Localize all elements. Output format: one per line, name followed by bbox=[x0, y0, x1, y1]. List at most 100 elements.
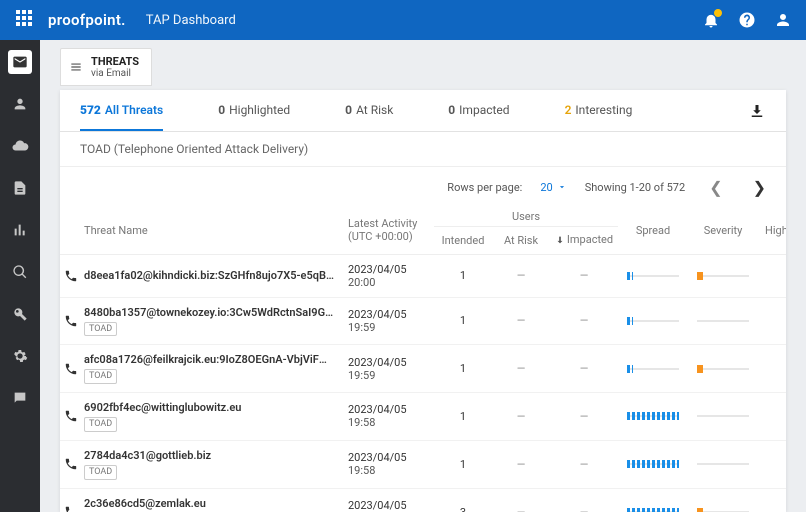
table-row[interactable]: 6902fbf4ec@wittinglubowitz.eu TOAD 2023/04… bbox=[60, 393, 786, 441]
filter-description: TOAD (Telephone Oriented Attack Delivery… bbox=[60, 132, 786, 167]
tab-at-risk[interactable]: 0 At Risk bbox=[345, 90, 393, 131]
sidebar-search-icon[interactable] bbox=[8, 260, 32, 284]
spread-cell bbox=[618, 488, 688, 512]
table-row[interactable]: 8480ba1357@townekozey.io:3Cw5WdRctnSaI9G… bbox=[60, 297, 786, 345]
highlighted-cell: — bbox=[758, 254, 786, 297]
threat-tabs: 572 All Threats 0 Highlighted 0 At Risk 0 I… bbox=[60, 90, 786, 132]
sidebar-chart-icon[interactable] bbox=[8, 218, 32, 242]
atrisk-cell: — bbox=[492, 345, 550, 393]
help-icon[interactable] bbox=[738, 11, 756, 29]
sidebar-mail-icon[interactable] bbox=[8, 50, 32, 74]
rows-per-page-label: Rows per page: bbox=[447, 181, 522, 194]
table-row[interactable]: d8eea1fa02@kihndicki.biz:SzGHfn8ujo7X5-e… bbox=[60, 254, 786, 297]
severity-cell bbox=[688, 488, 758, 512]
highlighted-cell: — bbox=[758, 345, 786, 393]
impacted-cell: — bbox=[550, 297, 618, 345]
sidebar-file-icon[interactable] bbox=[8, 176, 32, 200]
col-atrisk[interactable]: At Risk bbox=[492, 227, 550, 255]
intended-cell: 1 bbox=[434, 393, 492, 441]
highlighted-cell: — bbox=[758, 440, 786, 488]
threat-name[interactable]: 2c36e86cd5@zemlak.eu bbox=[84, 497, 334, 510]
col-highlighted[interactable]: Highlighted bbox=[758, 207, 786, 254]
threat-name[interactable]: 8480ba1357@townekozey.io:3Cw5WdRctnSaI9G… bbox=[84, 306, 334, 319]
tab-impacted[interactable]: 0 Impacted bbox=[448, 90, 509, 131]
phone-icon bbox=[64, 457, 80, 471]
highlighted-cell: — bbox=[758, 393, 786, 441]
impacted-cell: — bbox=[550, 254, 618, 297]
profile-icon[interactable] bbox=[774, 11, 792, 29]
notifications-icon[interactable] bbox=[702, 11, 720, 29]
page-title: TAP Dashboard bbox=[146, 13, 236, 28]
context-tab-threats[interactable]: THREATS via Email bbox=[60, 48, 152, 86]
activity-cell: 2023/04/0520:00 bbox=[344, 254, 434, 297]
sidebar-wrench-icon[interactable] bbox=[8, 302, 32, 326]
tag-toad: TOAD bbox=[84, 322, 117, 337]
threat-name[interactable]: d8eea1fa02@kihndicki.biz:SzGHfn8ujo7X5-e… bbox=[84, 269, 334, 282]
tag-toad: TOAD bbox=[84, 417, 117, 432]
spread-cell bbox=[618, 440, 688, 488]
severity-cell bbox=[688, 440, 758, 488]
phone-icon bbox=[64, 362, 80, 376]
tag-toad: TOAD bbox=[84, 369, 117, 384]
results-range: Showing 1-20 of 572 bbox=[585, 181, 685, 194]
col-activity[interactable]: Latest Activity (UTC +00:00) bbox=[344, 207, 434, 254]
apps-grid-icon[interactable] bbox=[14, 10, 34, 30]
impacted-cell: — bbox=[550, 440, 618, 488]
severity-cell bbox=[688, 345, 758, 393]
phone-icon bbox=[64, 409, 80, 423]
impacted-cell: — bbox=[550, 488, 618, 512]
phone-icon bbox=[64, 314, 80, 328]
impacted-cell: — bbox=[550, 393, 618, 441]
spread-cell bbox=[618, 345, 688, 393]
sidebar-chat-icon[interactable] bbox=[8, 386, 32, 410]
intended-cell: 1 bbox=[434, 440, 492, 488]
severity-cell bbox=[688, 393, 758, 441]
col-threat-name[interactable]: Threat Name bbox=[84, 207, 344, 254]
sidebar-contacts-icon[interactable] bbox=[8, 92, 32, 116]
table-row[interactable]: afc08a1726@feilkrajcik.eu:9IoZ8OEGnA-Vbj… bbox=[60, 345, 786, 393]
intended-cell: 1 bbox=[434, 297, 492, 345]
tab-highlighted[interactable]: 0 Highlighted bbox=[218, 90, 290, 131]
spread-cell bbox=[618, 254, 688, 297]
highlighted-cell: — bbox=[758, 297, 786, 345]
prev-page-button[interactable]: ❮ bbox=[703, 178, 728, 197]
intended-cell: 3 bbox=[434, 488, 492, 512]
table-row[interactable]: 2c36e86cd5@zemlak.euImpostorTOAD2023/04/… bbox=[60, 488, 786, 512]
atrisk-cell: — bbox=[492, 488, 550, 512]
atrisk-cell: — bbox=[492, 440, 550, 488]
next-page-button[interactable]: ❯ bbox=[747, 178, 772, 197]
sidebar-cloud-icon[interactable] bbox=[8, 134, 32, 158]
activity-cell: 2023/04/0519:59 bbox=[344, 345, 434, 393]
phone-icon bbox=[64, 269, 80, 283]
severity-cell bbox=[688, 297, 758, 345]
sidebar-gear-icon[interactable] bbox=[8, 344, 32, 368]
brand-logo: proofpoint. bbox=[48, 11, 126, 29]
atrisk-cell: — bbox=[492, 393, 550, 441]
highlighted-cell: — bbox=[758, 488, 786, 512]
col-group-users: Users bbox=[434, 207, 618, 227]
tab-all-threats[interactable]: 572 All Threats bbox=[80, 90, 163, 131]
severity-cell bbox=[688, 254, 758, 297]
spread-cell bbox=[618, 393, 688, 441]
activity-cell: 2023/04/0519:58 bbox=[344, 393, 434, 441]
activity-cell: 2023/04/0519:58 bbox=[344, 440, 434, 488]
context-tab-sub: via Email bbox=[91, 68, 139, 79]
threat-name[interactable]: 6902fbf4ec@wittinglubowitz.eu bbox=[84, 401, 334, 414]
threat-name[interactable]: 2784da4c31@gottlieb.biz bbox=[84, 449, 334, 462]
phone-icon bbox=[64, 505, 80, 512]
col-severity[interactable]: Severity bbox=[688, 207, 758, 254]
table-row[interactable]: 2784da4c31@gottlieb.bizTOAD2023/04/0519:… bbox=[60, 440, 786, 488]
atrisk-cell: — bbox=[492, 297, 550, 345]
context-tab-title: THREATS bbox=[91, 55, 139, 68]
col-impacted[interactable]: Impacted bbox=[550, 227, 618, 255]
col-spread[interactable]: Spread bbox=[618, 207, 688, 254]
col-intended[interactable]: Intended bbox=[434, 227, 492, 255]
download-icon[interactable] bbox=[748, 102, 766, 120]
activity-cell: 2023/04/0519:52 bbox=[344, 488, 434, 512]
activity-cell: 2023/04/0519:59 bbox=[344, 297, 434, 345]
threat-name[interactable]: afc08a1726@feilkrajcik.eu:9IoZ8OEGnA-Vbj… bbox=[84, 353, 334, 366]
rows-per-page-select[interactable]: 20 bbox=[540, 181, 566, 194]
impacted-cell: — bbox=[550, 345, 618, 393]
tab-interesting[interactable]: 2 Interesting bbox=[565, 90, 633, 131]
intended-cell: 1 bbox=[434, 254, 492, 297]
